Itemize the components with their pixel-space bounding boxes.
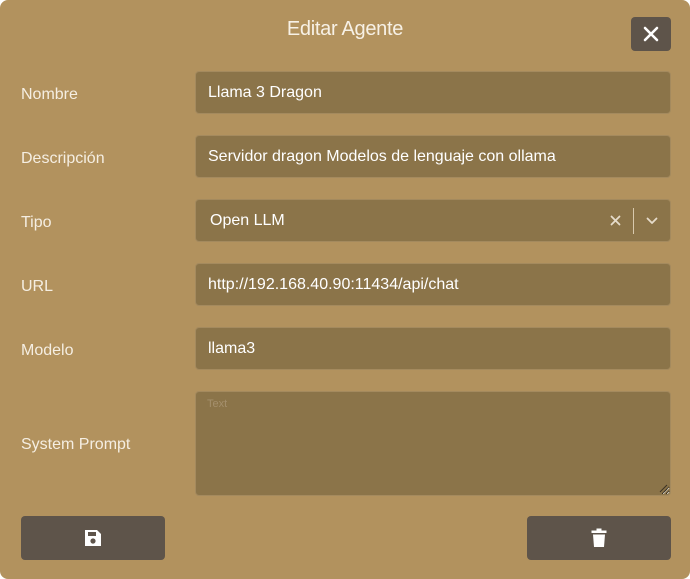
trash-icon — [591, 528, 607, 547]
tipo-selected-value: Open LLM — [210, 211, 285, 229]
url-input[interactable] — [195, 263, 671, 306]
floppy-disk-icon — [85, 530, 101, 546]
modelo-label: Modelo — [21, 342, 74, 359]
nombre-input[interactable] — [195, 71, 671, 114]
clear-icon — [610, 215, 620, 226]
system-prompt-label: System Prompt — [21, 436, 131, 453]
save-button[interactable] — [21, 516, 165, 560]
close-button[interactable] — [631, 17, 671, 51]
edit-agent-dialog: Editar Agente Nombre Descripción Tipo Op… — [0, 0, 690, 579]
tipo-dropdown-toggle[interactable] — [634, 200, 670, 241]
close-icon — [643, 26, 659, 42]
tipo-select[interactable]: Open LLM — [195, 199, 671, 242]
modelo-input[interactable] — [195, 327, 671, 370]
nombre-label: Nombre — [21, 86, 78, 103]
tipo-clear-button[interactable] — [597, 200, 633, 241]
system-prompt-textarea[interactable] — [195, 391, 671, 496]
tipo-label: Tipo — [21, 214, 52, 231]
url-label: URL — [21, 278, 54, 295]
descripcion-input[interactable] — [195, 135, 671, 178]
descripcion-label: Descripción — [21, 150, 105, 167]
delete-button[interactable] — [527, 516, 671, 560]
dialog-title: Editar Agente — [286, 18, 404, 40]
chevron-down-icon — [646, 217, 658, 224]
